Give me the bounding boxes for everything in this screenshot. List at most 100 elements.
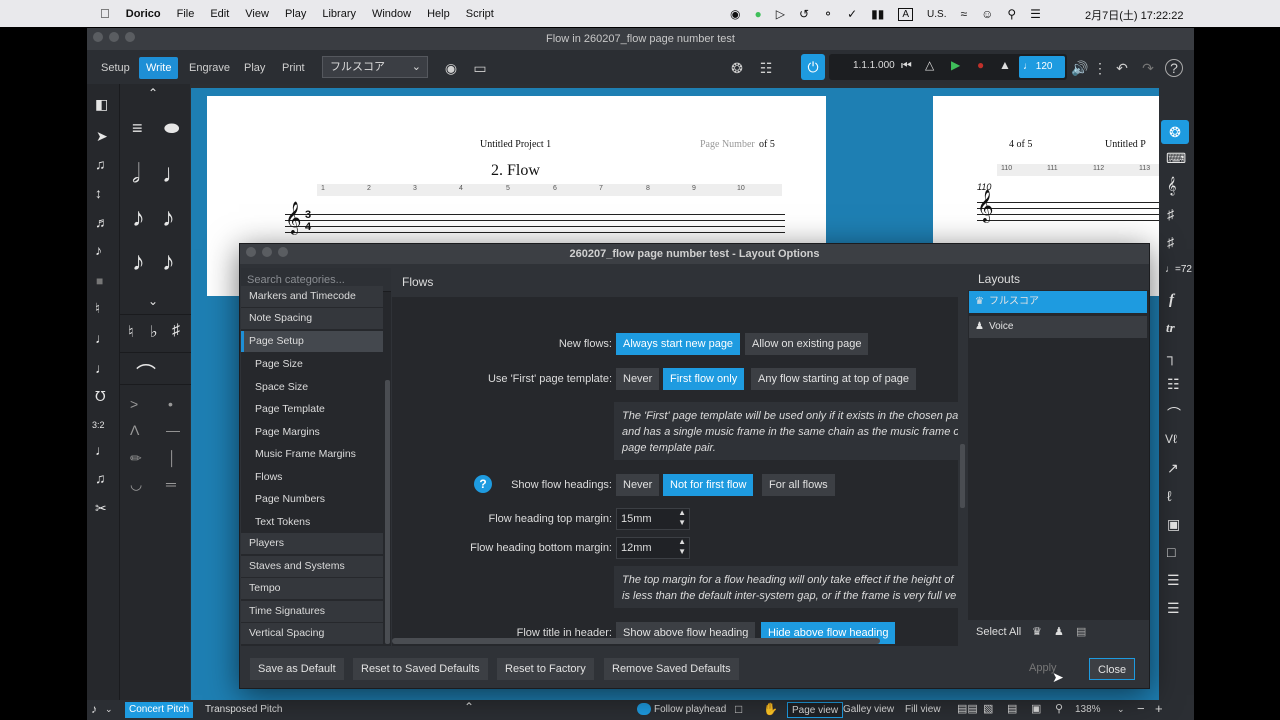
staccatissimo-icon[interactable]: ✏ — [130, 450, 142, 467]
breve-icon[interactable]: ≡ — [132, 118, 143, 139]
chord-icon[interactable]: ♬ — [95, 214, 109, 230]
layout-item-full-score[interactable]: ♛ フルスコア — [969, 291, 1147, 313]
control-center-icon[interactable]: ☰ — [1030, 7, 1041, 21]
new-flows-always-start-button[interactable]: Always start new page — [616, 333, 741, 355]
window-controls[interactable] — [93, 28, 141, 50]
unstress-icon[interactable]: ═ — [166, 476, 176, 492]
category-page-template[interactable]: Page Template — [241, 399, 383, 420]
zoom-out-icon[interactable]: − — [1137, 701, 1145, 716]
select-parts-icon[interactable]: ♟ — [1054, 625, 1064, 638]
frame-icon[interactable]: ▭ — [471, 59, 489, 77]
staccato-icon[interactable]: • — [168, 396, 173, 412]
chevron-down-icon[interactable]: ⌄ — [1117, 704, 1125, 715]
reset-to-saved-defaults-button[interactable]: Reset to Saved Defaults — [353, 658, 488, 680]
clock[interactable]: 2月7日(土) 17:22:22 — [1085, 7, 1183, 23]
help-icon[interactable]: ? — [1165, 59, 1183, 77]
tempo-icon[interactable]: ♩=72 — [1165, 264, 1192, 275]
category-players[interactable]: Players — [241, 533, 383, 554]
first-template-never-button[interactable]: Never — [616, 368, 660, 390]
chevron-up-icon[interactable]: ⌃ — [148, 86, 158, 100]
quarter-note-icon[interactable]: ♩ — [162, 158, 188, 189]
layout-item-voice[interactable]: ♟ Voice — [969, 316, 1147, 338]
tuplet-icon[interactable]: 3:2 — [92, 420, 105, 430]
grace-note-icon[interactable]: ♮ — [95, 300, 100, 317]
page-view-button[interactable]: Page view — [787, 702, 844, 718]
menu-window[interactable]: Window — [372, 8, 411, 20]
menu-play[interactable]: Play — [285, 8, 306, 20]
mode-write[interactable]: Write — [139, 57, 179, 79]
category-note-spacing[interactable]: Note Spacing — [241, 308, 383, 329]
battery-icon[interactable]: ▮▮ — [871, 7, 884, 21]
zoom-icon[interactable]: ⚲ — [1055, 702, 1063, 715]
fill-view-button[interactable]: Fill view — [905, 704, 941, 715]
scissors-icon[interactable]: ✂ — [95, 500, 107, 517]
click-icon[interactable]: ▲ — [999, 58, 1011, 72]
apple-icon[interactable]:  — [100, 6, 110, 21]
select-arrow-icon[interactable]: ➤ — [96, 128, 108, 145]
tenuto-icon[interactable]: — — [166, 422, 180, 438]
sixteenth-note-icon[interactable]: ♪ — [162, 202, 175, 233]
slur-icon[interactable]: ⌒ — [136, 358, 156, 387]
note-value-icon[interactable]: ♪ — [91, 702, 97, 716]
time-signature-icon[interactable]: ♯ — [1167, 234, 1174, 250]
menu-library[interactable]: Library — [322, 8, 356, 20]
page-arrangement-icon[interactable]: ▤▤ — [957, 702, 978, 715]
play-icon[interactable]: ▶ — [951, 58, 960, 72]
mode-engrave[interactable]: Engrave — [182, 57, 237, 79]
app-menu[interactable]: Dorico — [126, 8, 161, 20]
history-icon[interactable]: ↺ — [799, 7, 809, 21]
record-button-icon[interactable]: ● — [977, 58, 984, 72]
flat-icon[interactable]: ♭ — [150, 322, 158, 342]
category-text-tokens[interactable]: Text Tokens — [241, 512, 383, 533]
repeat-icon[interactable]: ┐ — [1167, 348, 1177, 364]
transposed-pitch-button[interactable]: Transposed Pitch — [201, 702, 286, 718]
heading-top-margin-input[interactable]: 15mm ▲ ▼ — [616, 508, 690, 530]
category-tempo[interactable]: Tempo — [241, 578, 383, 599]
mixer-sliders-icon[interactable]: ☷ — [757, 59, 775, 77]
harp-icon[interactable]: ℓ — [1167, 488, 1172, 504]
clef-icon[interactable]: 𝄞 — [1167, 178, 1176, 196]
columns-icon[interactable]: ▤ — [1007, 702, 1017, 715]
status-green-icon[interactable]: ● — [754, 7, 761, 21]
thirtysecond-note-icon[interactable]: ♪ — [132, 246, 145, 277]
more-icon[interactable]: ⋮ — [1091, 59, 1109, 77]
staff[interactable] — [285, 214, 785, 234]
menu-file[interactable]: File — [177, 8, 195, 20]
chevron-up-icon[interactable]: ⌃ — [464, 700, 474, 714]
dynamics-icon[interactable]: f — [1169, 292, 1174, 309]
save-as-default-button[interactable]: Save as Default — [250, 658, 344, 680]
content-v-scrollbar[interactable] — [960, 444, 965, 508]
remove-saved-defaults-button[interactable]: Remove Saved Defaults — [604, 658, 739, 680]
panel-toggle-icon[interactable]: ◧ — [95, 96, 108, 113]
view-options-icon[interactable]: ▧ — [983, 702, 993, 715]
stepper-icon[interactable]: ▲ ▼ — [678, 537, 686, 557]
mixer-wheel-icon[interactable]: ❂ — [728, 59, 746, 77]
key-signature-icon[interactable]: ♯ — [1167, 206, 1174, 222]
show-headings-never-button[interactable]: Never — [616, 474, 660, 496]
sixtyfourth-note-icon[interactable]: ♪ — [162, 246, 175, 277]
insert-icon[interactable]: ↕ — [95, 185, 102, 201]
stepper-icon[interactable]: ▲ ▼ — [678, 508, 686, 528]
menu-view[interactable]: View — [245, 8, 269, 20]
input-source-icon[interactable]: A — [898, 7, 914, 21]
bars-icon[interactable]: ☷ — [1167, 376, 1180, 393]
stress-icon[interactable]: │ — [168, 450, 177, 466]
menu-edit[interactable]: Edit — [210, 8, 229, 20]
staff[interactable] — [977, 202, 1159, 222]
half-note-icon[interactable]: 𝅗𝅥 — [132, 158, 140, 190]
keyboard-icon[interactable]: ⌨ — [1166, 150, 1186, 167]
hand-icon[interactable]: ✋ — [763, 702, 778, 716]
chord-symbol-icon[interactable]: ♫ — [95, 470, 106, 486]
show-headings-all-button[interactable]: For all flows — [762, 474, 835, 496]
headphones-icon[interactable]: ⚬ — [823, 7, 833, 21]
category-page-margins[interactable]: Page Margins — [241, 422, 383, 443]
category-scrollbar[interactable] — [385, 380, 390, 644]
display-icon[interactable]: ▣ — [1031, 702, 1041, 715]
cue-icon[interactable]: ♩ — [95, 330, 109, 346]
mode-print[interactable]: Print — [275, 57, 312, 79]
redo-icon[interactable]: ↷ — [1139, 59, 1157, 77]
close-button[interactable]: Close — [1089, 658, 1136, 680]
select-all-button[interactable]: Select All — [976, 626, 1021, 638]
volume-icon[interactable]: 🔊 — [1071, 59, 1089, 77]
heading-bottom-margin-input[interactable]: 12mm ▲ ▼ — [616, 537, 690, 559]
